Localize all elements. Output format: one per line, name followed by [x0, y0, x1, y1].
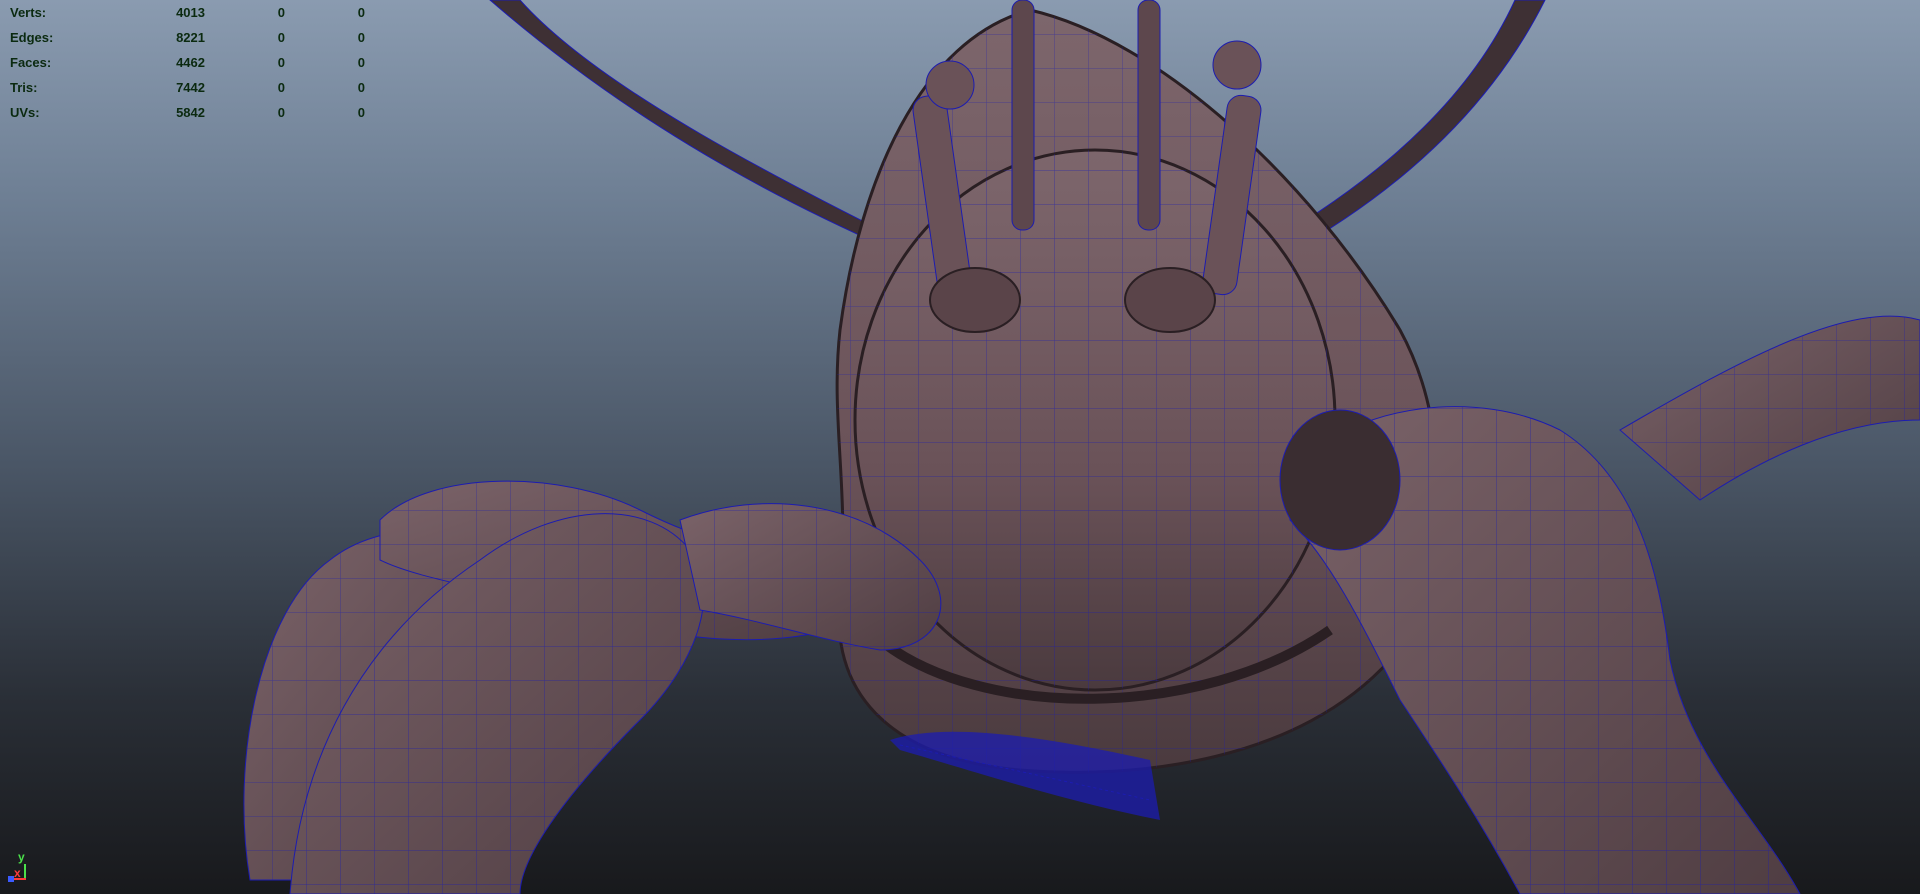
- hud-row-verts: Verts: 4013 0 0: [10, 0, 365, 25]
- hud-component: 0: [357, 55, 365, 70]
- hud-total: 4462: [176, 55, 205, 70]
- crab-mesh-render: [243, 0, 1920, 894]
- leg-joint-right: [1279, 409, 1401, 551]
- eye-left: [925, 60, 975, 110]
- hud-row-edges: Edges: 8221 0 0: [10, 25, 365, 50]
- hud-total: 7442: [176, 80, 205, 95]
- hud-selected: 0: [277, 80, 285, 95]
- hud-label: Edges:: [10, 30, 54, 45]
- hud-row-uvs: UVs: 5842 0 0: [10, 100, 365, 125]
- axis-y-label: y: [18, 850, 25, 864]
- hud-selected: 0: [277, 105, 285, 120]
- hud-label: Faces:: [10, 55, 52, 70]
- hud-component: 0: [357, 105, 365, 120]
- hud-component: 0: [357, 5, 365, 20]
- hud-selected: 0: [277, 55, 285, 70]
- hud-component: 0: [357, 80, 365, 95]
- hud-selected: 0: [277, 5, 285, 20]
- hud-label: UVs:: [10, 105, 40, 120]
- hud-row-faces: Faces: 4462 0 0: [10, 50, 365, 75]
- hud-total: 4013: [176, 5, 205, 20]
- hud-label: Verts:: [10, 5, 47, 20]
- hud-label: Tris:: [10, 80, 38, 95]
- maya-3d-viewport[interactable]: Verts: 4013 0 0 Edges: 8221 0 0 Faces: 4…: [0, 0, 1920, 894]
- axis-x-label: x: [14, 866, 21, 880]
- hud-component: 0: [357, 30, 365, 45]
- whisker-center-left: [1011, 0, 1035, 231]
- whisker-center-right: [1137, 0, 1161, 231]
- eye-right: [1212, 40, 1262, 90]
- hud-selected: 0: [277, 30, 285, 45]
- hud-row-tris: Tris: 7442 0 0: [10, 75, 365, 100]
- hud-total: 5842: [176, 105, 205, 120]
- hud-total: 8221: [176, 30, 205, 45]
- poly-count-hud: Verts: 4013 0 0 Edges: 8221 0 0 Faces: 4…: [10, 0, 365, 125]
- view-axis-gizmo: y x: [6, 850, 36, 886]
